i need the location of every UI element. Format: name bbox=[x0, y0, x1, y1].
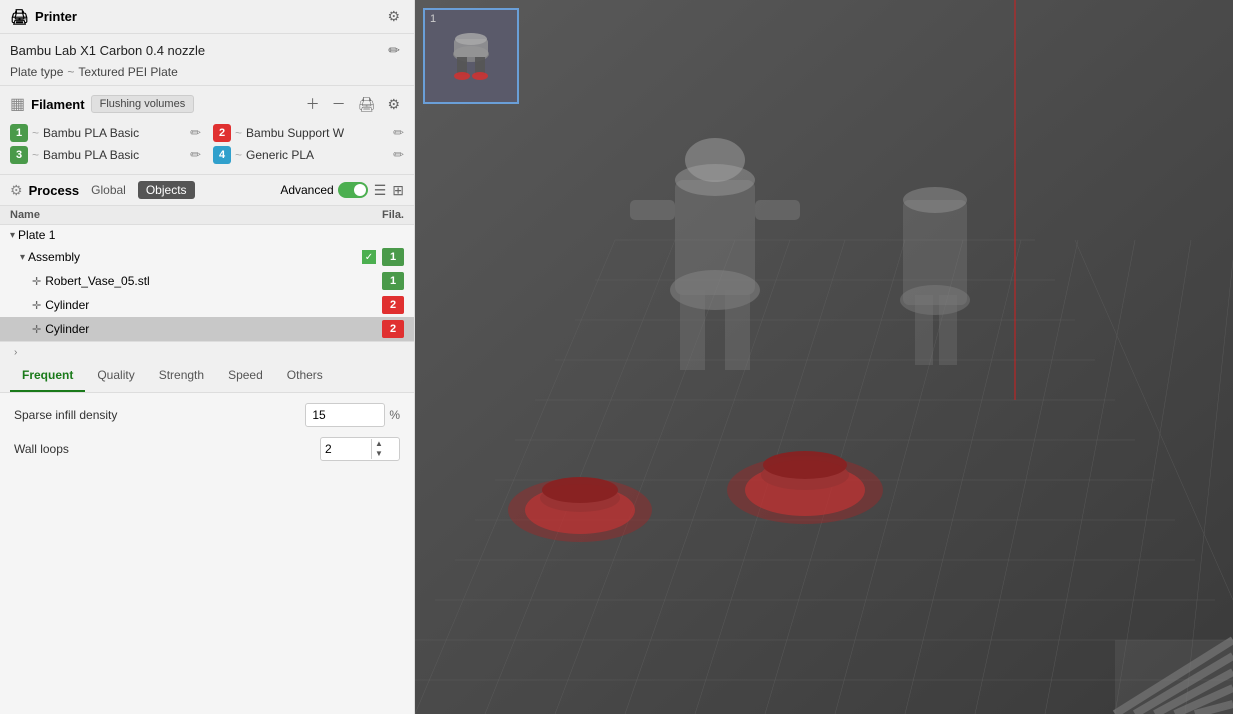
filament-edit-3[interactable]: ✏ bbox=[190, 147, 201, 163]
cylinder2-icon: ✛ bbox=[32, 323, 41, 336]
thumb-svg bbox=[431, 19, 511, 94]
printer-edit-btn[interactable]: ✏ bbox=[384, 40, 404, 61]
plate-type-value: Textured PEI Plate bbox=[78, 65, 177, 79]
filament-name-2: Bambu Support W bbox=[246, 126, 389, 140]
sparse-infill-label: Sparse infill density bbox=[14, 408, 305, 422]
settings-content: Sparse infill density % Wall loops ▲ ▼ bbox=[0, 393, 414, 714]
tree-vase[interactable]: ✛ Robert_Vase_05.stl 1 bbox=[0, 269, 414, 293]
filament-section: ▦ Filament Flushing volumes ＋ － 🖨 ⚙ 1 ~ … bbox=[0, 86, 414, 175]
filament-edit-2[interactable]: ✏ bbox=[393, 125, 404, 141]
cylinder2-name: Cylinder bbox=[45, 322, 382, 336]
printer-icon: 🖨 bbox=[10, 8, 29, 26]
advanced-label: Advanced bbox=[280, 183, 333, 197]
filament-name-1: Bambu PLA Basic bbox=[43, 126, 186, 140]
tree-header: Name Fila. bbox=[0, 206, 414, 225]
assembly-checkbox[interactable]: ✓ bbox=[362, 250, 376, 264]
printer-settings-btn[interactable]: ⚙ bbox=[383, 6, 404, 27]
tree-assembly[interactable]: ▾ Assembly ✓ 1 bbox=[0, 245, 414, 269]
assembly-name: Assembly bbox=[28, 250, 362, 264]
wall-loops-up[interactable]: ▲ bbox=[372, 439, 386, 449]
wall-loops-row: Wall loops ▲ ▼ bbox=[14, 437, 400, 461]
viewport: 1 bbox=[415, 0, 1233, 714]
tab-frequent[interactable]: Frequent bbox=[10, 360, 85, 392]
filament-print-btn[interactable]: 🖨 bbox=[354, 94, 380, 115]
cylinder1-icon: ✛ bbox=[32, 299, 41, 312]
filament-settings-btn[interactable]: ⚙ bbox=[383, 94, 404, 115]
wall-loops-down[interactable]: ▼ bbox=[372, 449, 386, 459]
printer-label: 🖨 Printer bbox=[10, 8, 77, 26]
wall-loops-stepper: ▲ ▼ bbox=[320, 437, 400, 461]
plate1-arrow: ▾ bbox=[10, 230, 15, 241]
sparse-infill-row: Sparse infill density % bbox=[14, 403, 400, 427]
cylinder1-name: Cylinder bbox=[45, 298, 382, 312]
printer-section: 🖨 Printer ⚙ bbox=[0, 0, 414, 34]
tree-cylinder1[interactable]: ✛ Cylinder 2 bbox=[0, 293, 414, 317]
sparse-infill-unit: % bbox=[389, 408, 400, 422]
settings-tabs: Frequent Quality Strength Speed Others bbox=[0, 360, 414, 393]
tree-plate1[interactable]: ▾ Plate 1 bbox=[0, 225, 414, 245]
expand-row[interactable]: › bbox=[0, 341, 414, 360]
process-grid-btn[interactable]: ⊞ bbox=[392, 182, 404, 199]
sparse-infill-input-group: % bbox=[305, 403, 400, 427]
wall-loops-label: Wall loops bbox=[14, 442, 320, 456]
viewport-thumbnail[interactable]: 1 bbox=[423, 8, 519, 104]
printer-title: Printer bbox=[35, 9, 77, 24]
tab-speed[interactable]: Speed bbox=[216, 360, 275, 392]
plate-type-row: Plate type ~ Textured PEI Plate bbox=[10, 65, 404, 79]
printer-name: Bambu Lab X1 Carbon 0.4 nozzle bbox=[10, 43, 205, 58]
filament-row-2: 3 ~ Bambu PLA Basic ✏ 4 ~ Generic PLA ✏ bbox=[10, 146, 404, 164]
tree-cylinder2[interactable]: ✛ Cylinder 2 bbox=[0, 317, 414, 341]
advanced-toggle[interactable] bbox=[338, 182, 368, 198]
wall-loops-input[interactable] bbox=[321, 442, 371, 456]
tree-col-name: Name bbox=[10, 209, 354, 221]
filament-name-4: Generic PLA bbox=[246, 148, 389, 162]
tree-col-fila: Fila. bbox=[354, 209, 404, 221]
filament-row-1: 1 ~ Bambu PLA Basic ✏ 2 ~ Bambu Support … bbox=[10, 124, 404, 142]
filament-edit-4[interactable]: ✏ bbox=[393, 147, 404, 163]
flushing-volumes-btn[interactable]: Flushing volumes bbox=[91, 95, 195, 113]
cylinder1-fila: 2 bbox=[382, 296, 404, 314]
process-list-btn[interactable]: ☰ bbox=[374, 182, 387, 199]
thumb-num: 1 bbox=[430, 13, 436, 25]
tab-quality[interactable]: Quality bbox=[85, 360, 146, 392]
process-title: Process bbox=[29, 183, 80, 198]
assembly-fila: 1 bbox=[382, 248, 404, 266]
filament-num-4: 4 bbox=[213, 146, 231, 164]
filament-num-3: 3 bbox=[10, 146, 28, 164]
tab-others[interactable]: Others bbox=[275, 360, 335, 392]
tab-global[interactable]: Global bbox=[85, 181, 132, 199]
vase-name: Robert_Vase_05.stl bbox=[45, 274, 382, 288]
tab-strength[interactable]: Strength bbox=[147, 360, 216, 392]
filament-remove-btn[interactable]: － bbox=[328, 92, 350, 116]
filament-num-2: 2 bbox=[213, 124, 231, 142]
filament-num-1: 1 bbox=[10, 124, 28, 142]
expand-icon: › bbox=[10, 347, 21, 358]
assembly-arrow: ▾ bbox=[20, 252, 25, 263]
vase-icon: ✛ bbox=[32, 275, 41, 288]
filament-edit-1[interactable]: ✏ bbox=[190, 125, 201, 141]
viewport-svg bbox=[415, 0, 1233, 714]
filament-add-btn[interactable]: ＋ bbox=[302, 92, 324, 116]
wall-loops-stepper-btns: ▲ ▼ bbox=[371, 439, 386, 459]
tree-section: ▾ Plate 1 ▾ Assembly ✓ 1 ✛ Robert_Vase_0… bbox=[0, 225, 414, 341]
filament-rows: 1 ~ Bambu PLA Basic ✏ 2 ~ Bambu Support … bbox=[0, 122, 414, 174]
plate-type-label: Plate type bbox=[10, 65, 63, 79]
vase-fila: 1 bbox=[382, 272, 404, 290]
cylinder2-fila: 2 bbox=[382, 320, 404, 338]
bambu-section: Bambu Lab X1 Carbon 0.4 nozzle ✏ Plate t… bbox=[0, 34, 414, 86]
sparse-infill-input[interactable] bbox=[305, 403, 385, 427]
process-section: ⚙ Process Global Objects Advanced ☰ ⊞ bbox=[0, 175, 414, 206]
filament-title: Filament bbox=[31, 97, 84, 112]
advanced-row: Advanced bbox=[280, 182, 367, 198]
plate1-name: Plate 1 bbox=[18, 228, 404, 242]
filament-header: ▦ Filament Flushing volumes ＋ － 🖨 ⚙ bbox=[0, 86, 414, 122]
tab-objects[interactable]: Objects bbox=[138, 181, 195, 199]
filament-name-3: Bambu PLA Basic bbox=[43, 148, 186, 162]
filament-controls: ＋ － 🖨 ⚙ bbox=[302, 92, 404, 116]
bambu-row: Bambu Lab X1 Carbon 0.4 nozzle ✏ bbox=[10, 40, 404, 61]
